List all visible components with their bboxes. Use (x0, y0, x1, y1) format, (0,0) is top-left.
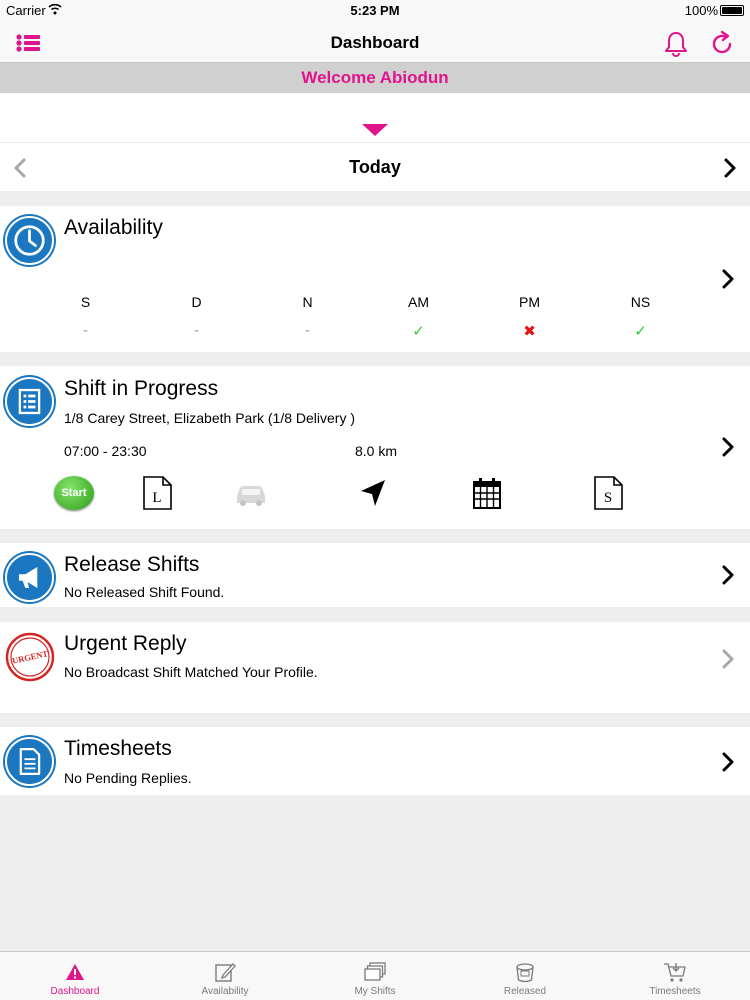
availability-header: AM (408, 294, 429, 310)
chevron-right-icon[interactable] (720, 565, 736, 585)
urgent-reply-title: Urgent Reply (64, 632, 187, 655)
navigation-arrow-icon[interactable] (359, 476, 387, 510)
date-picker-toggle[interactable] (0, 93, 750, 143)
availability-column-s: S - (30, 294, 141, 340)
edit-icon (215, 963, 236, 982)
summary-document-letter: S (604, 490, 612, 506)
urgent-stamp-icon: URGENT (5, 632, 55, 682)
caret-down-icon[interactable] (362, 124, 388, 136)
chevron-right-icon[interactable] (720, 752, 736, 772)
welcome-banner: Welcome Abiodun (0, 63, 750, 93)
tab-label: Released (503, 986, 547, 997)
chevron-right-icon[interactable] (720, 437, 736, 457)
availability-header: D (191, 294, 202, 310)
timesheets-title: Timesheets (64, 737, 172, 760)
tab-availability[interactable]: Availability (150, 952, 300, 1000)
tab-label: Timesheets (649, 986, 701, 997)
stack-icon (364, 962, 386, 981)
check-icon: ✓ (412, 323, 425, 340)
cart-icon (664, 963, 686, 982)
timesheets-subtitle: No Pending Replies. (64, 770, 192, 786)
bucket-icon (516, 963, 534, 983)
tab-released[interactable]: Released (450, 952, 600, 1000)
tab-bar: Dashboard Availability My Shifts Release… (0, 951, 750, 1000)
shift-in-progress-card[interactable]: Shift in Progress 1/8 Carey Street, Eliz… (0, 366, 750, 529)
warning-icon (66, 964, 84, 980)
cross-icon: ✖ (523, 323, 536, 340)
shift-address: 1/8 Carey Street, Elizabeth Park (1/8 De… (64, 410, 356, 426)
urgent-reply-subtitle: No Broadcast Shift Matched Your Profile. (64, 664, 318, 680)
status-time: 5:23 PM (350, 3, 400, 18)
navigation-bar: Dashboard (0, 22, 750, 63)
start-button[interactable]: Start (54, 476, 94, 510)
tab-dashboard[interactable]: Dashboard (0, 952, 150, 1000)
log-document-icon[interactable]: L (141, 476, 173, 510)
release-shifts-subtitle: No Released Shift Found. (64, 584, 225, 600)
availability-column-d: D - (141, 294, 252, 340)
availability-column-am: AM ✓ (363, 294, 474, 340)
availability-card[interactable]: Availability S - D - N - AM ✓ PM ✖ NS ✓ (0, 206, 750, 352)
availability-column-pm: PM ✖ (474, 294, 585, 340)
calendar-icon[interactable] (472, 476, 502, 510)
log-document-letter: L (152, 490, 161, 506)
release-shifts-title: Release Shifts (64, 553, 200, 576)
tab-label: Availability (201, 986, 249, 997)
car-icon[interactable] (233, 476, 269, 510)
release-shifts-card[interactable]: Release Shifts No Released Shift Found. (0, 543, 750, 607)
battery-icon (720, 5, 744, 16)
tab-my-shifts[interactable]: My Shifts (300, 952, 450, 1000)
check-icon: ✓ (634, 323, 647, 340)
availability-header: S (80, 294, 91, 310)
refresh-icon[interactable] (708, 30, 736, 58)
urgent-reply-card[interactable]: URGENT Urgent Reply No Broadcast Shift M… (0, 622, 750, 713)
bell-icon[interactable] (662, 30, 690, 58)
tab-timesheets[interactable]: Timesheets (600, 952, 750, 1000)
availability-header: PM (519, 294, 540, 310)
date-navigator: Today (0, 143, 750, 191)
availability-value: - (305, 322, 310, 339)
chevron-right-icon[interactable] (720, 157, 740, 179)
shift-time-range: 07:00 - 23:30 (64, 443, 147, 459)
megaphone-icon (5, 553, 54, 602)
availability-column-ns: NS ✓ (585, 294, 696, 340)
summary-document-icon[interactable]: S (592, 476, 624, 510)
availability-value: - (83, 322, 88, 339)
availability-header: NS (630, 294, 651, 310)
tab-label: My Shifts (354, 986, 396, 997)
list-document-icon (5, 377, 54, 426)
tab-label: Dashboard (50, 986, 100, 997)
document-icon (5, 737, 54, 786)
availability-header: N (302, 294, 313, 310)
shift-distance: 8.0 km (355, 443, 398, 459)
timesheets-card[interactable]: Timesheets No Pending Replies. (0, 727, 750, 795)
status-bar: Carrier 5:23 PM 100% (0, 0, 750, 22)
availability-column-n: N - (252, 294, 363, 340)
availability-value: - (194, 322, 199, 339)
date-label: Today (349, 157, 401, 177)
page-title: Dashboard (330, 33, 420, 52)
chevron-right-icon[interactable] (720, 269, 736, 289)
battery-percentage: 100% (684, 3, 718, 18)
clock-icon (5, 216, 54, 265)
shift-title: Shift in Progress (64, 377, 219, 400)
availability-title: Availability (64, 216, 163, 239)
chevron-right-icon[interactable] (720, 649, 736, 669)
